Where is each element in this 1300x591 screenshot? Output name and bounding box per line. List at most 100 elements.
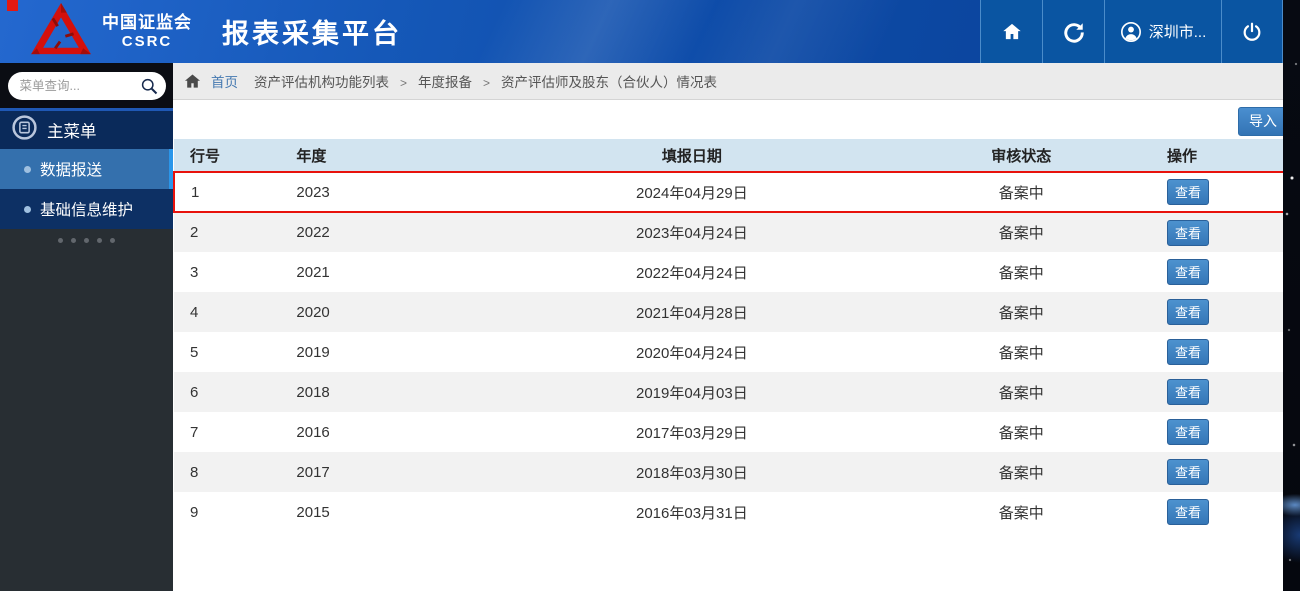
- report-date-cell: 2020年04月24日: [636, 344, 748, 362]
- view-button[interactable]: 查看: [1167, 259, 1210, 285]
- sidebar-menu: 数据报送基础信息维护: [0, 149, 173, 229]
- status-cell: 备案中: [998, 225, 1044, 242]
- sidebar-item-basic-info-maintenance[interactable]: 基础信息维护: [0, 189, 173, 229]
- row-number-cell: 2: [190, 224, 199, 241]
- action-cell: 查看: [1152, 171, 1300, 213]
- year-cell: 2019: [296, 343, 330, 361]
- view-button[interactable]: 查看: [1167, 459, 1210, 485]
- dot-icon: [84, 238, 89, 243]
- row-number-cell: 3: [190, 263, 199, 281]
- sidebar: 主菜单 数据报送基础信息维护: [0, 63, 173, 591]
- breadcrumb-item[interactable]: 年度报备: [418, 75, 472, 90]
- col-header-row-number: 行号: [174, 139, 281, 172]
- table-row: 8 2017 2018年03月30日 备案中 查看: [174, 452, 1299, 492]
- main-menu-label: 主菜单: [47, 123, 97, 141]
- action-cell: 查看: [1152, 212, 1299, 252]
- view-button[interactable]: 查看: [1167, 499, 1210, 525]
- table-row: 5 2019 2020年04月24日 备案中 查看: [174, 332, 1299, 372]
- status-cell: 备案中: [998, 344, 1044, 362]
- year-cell: 2021: [296, 263, 330, 281]
- year-cell: 2016: [296, 423, 330, 441]
- sidebar-item-label: 基础信息维护: [40, 202, 134, 219]
- view-button[interactable]: 查看: [1167, 219, 1210, 246]
- content-area: 首页 资产评估机构功能列表 > 年度报备 > 资产评估师及股东（合伙人）情况表 导入 行…: [172, 63, 1300, 591]
- row-number-cell: 9: [190, 503, 199, 521]
- org-name-en: CSRC: [121, 32, 173, 50]
- status-cell: 备案中: [890, 171, 1153, 213]
- row-number-cell: 5: [190, 343, 199, 361]
- org-name: 中国证监会 CSRC: [102, 13, 192, 50]
- home-button[interactable]: [980, 0, 1042, 63]
- action-cell: 查看: [1152, 452, 1299, 492]
- breadcrumb-item[interactable]: 资产评估机构功能列表: [254, 75, 389, 90]
- sidebar-search-area: [0, 63, 173, 111]
- status-cell: 备案中: [998, 384, 1044, 402]
- table-row: 2 2022 2023年04月24日 备案中 查看: [174, 212, 1299, 252]
- report-date-cell: 2017年03月29日: [636, 424, 748, 442]
- action-cell: 查看: [1152, 492, 1299, 532]
- view-button[interactable]: 查看: [1167, 339, 1210, 365]
- app-root: 中国证监会 CSRC 报表采集平台 深圳市... 菜单查询... 主菜单 数据报…: [0, 0, 1300, 591]
- col-header-year: 年度: [280, 139, 494, 172]
- table-row: 7 2016 2017年03月29日 备案中 查看: [174, 412, 1299, 452]
- col-header-review-status: 审核状态: [890, 139, 1153, 172]
- year-cell: 2022: [296, 224, 330, 241]
- year-cell: 2023: [280, 171, 494, 213]
- report-date-cell: 2023年04月24日: [636, 225, 748, 242]
- report-date-cell: 2016年03月31日: [636, 504, 748, 522]
- row-number-cell: 6: [190, 383, 199, 401]
- view-button[interactable]: 查看: [1167, 299, 1210, 325]
- table-row: 4 2020 2021年04月28日 备案中 查看: [174, 292, 1299, 332]
- action-cell: 查看: [1152, 412, 1299, 452]
- table-row: 1 2023 2024年04月29日 备案中 查看: [172, 171, 1300, 213]
- row-number-cell: 8: [190, 463, 199, 481]
- table-row: 9 2015 2016年03月31日 备案中 查看: [174, 492, 1299, 532]
- breadcrumb: 首页 资产评估机构功能列表 > 年度报备 > 资产评估师及股东（合伙人）情况表: [173, 63, 1300, 100]
- bullet-icon: [24, 205, 31, 213]
- year-cell: 2020: [296, 303, 330, 321]
- view-button[interactable]: 查看: [1167, 179, 1210, 205]
- table-header: 行号 年度 填报日期 审核状态 操作: [174, 139, 1299, 172]
- breadcrumb-home-icon: [183, 72, 202, 91]
- user-label: 深圳市...: [1148, 24, 1207, 41]
- csrc-logo-icon: [30, 2, 92, 61]
- row-number-cell: 4: [190, 303, 199, 321]
- pagination-dots: [0, 238, 173, 243]
- user-menu[interactable]: 深圳市...: [1104, 0, 1221, 63]
- refresh-button[interactable]: [1042, 0, 1104, 63]
- org-name-cn: 中国证监会: [102, 13, 192, 33]
- report-date-cell: 2024年04月29日: [493, 171, 891, 213]
- breadcrumb-trail: 资产评估机构功能列表 > 年度报备 > 资产评估师及股东（合伙人）情况表: [250, 71, 721, 91]
- dot-icon: [71, 238, 76, 243]
- col-header-actions: 操作: [1152, 139, 1299, 172]
- year-cell: 2017: [296, 463, 330, 481]
- main-area: 主菜单 数据报送基础信息维护 首页 资产评估机构功能列表 > 年度报备 > 资产评估师及…: [0, 63, 1300, 591]
- sidebar-item-data-reporting[interactable]: 数据报送: [0, 149, 173, 189]
- main-menu-icon: [11, 114, 38, 146]
- view-button[interactable]: 查看: [1167, 419, 1210, 445]
- breadcrumb-home-link[interactable]: 首页: [211, 71, 238, 91]
- year-cell: 2015: [296, 503, 330, 521]
- logout-button[interactable]: [1221, 0, 1283, 63]
- user-icon: [1120, 21, 1142, 43]
- view-button[interactable]: 查看: [1167, 379, 1210, 405]
- app-title: 报表采集平台: [222, 19, 402, 49]
- status-cell: 备案中: [998, 424, 1044, 442]
- action-cell: 查看: [1152, 252, 1299, 292]
- dot-icon: [110, 238, 115, 243]
- report-table: 行号 年度 填报日期 审核状态 操作 1 2023 2024年04月29日 备案中 查看…: [172, 139, 1300, 532]
- home-icon: [1001, 21, 1023, 43]
- action-cell: 查看: [1152, 332, 1299, 372]
- breadcrumb-item: 资产评估师及股东（合伙人）情况表: [501, 75, 718, 90]
- report-date-cell: 2019年04月03日: [636, 384, 748, 402]
- search-icon[interactable]: [139, 76, 159, 101]
- sidebar-main-menu-header[interactable]: 主菜单: [0, 111, 173, 149]
- breadcrumb-separator: >: [483, 76, 491, 90]
- row-number-cell: 1: [172, 171, 281, 213]
- report-date-cell: 2021年04月28日: [636, 304, 748, 322]
- dot-icon: [97, 238, 102, 243]
- brand: 中国证监会 CSRC 报表采集平台: [0, 2, 402, 61]
- import-button[interactable]: 导入: [1238, 107, 1288, 136]
- toolbar: 导入: [173, 100, 1300, 139]
- report-date-cell: 2018年03月30日: [636, 464, 748, 482]
